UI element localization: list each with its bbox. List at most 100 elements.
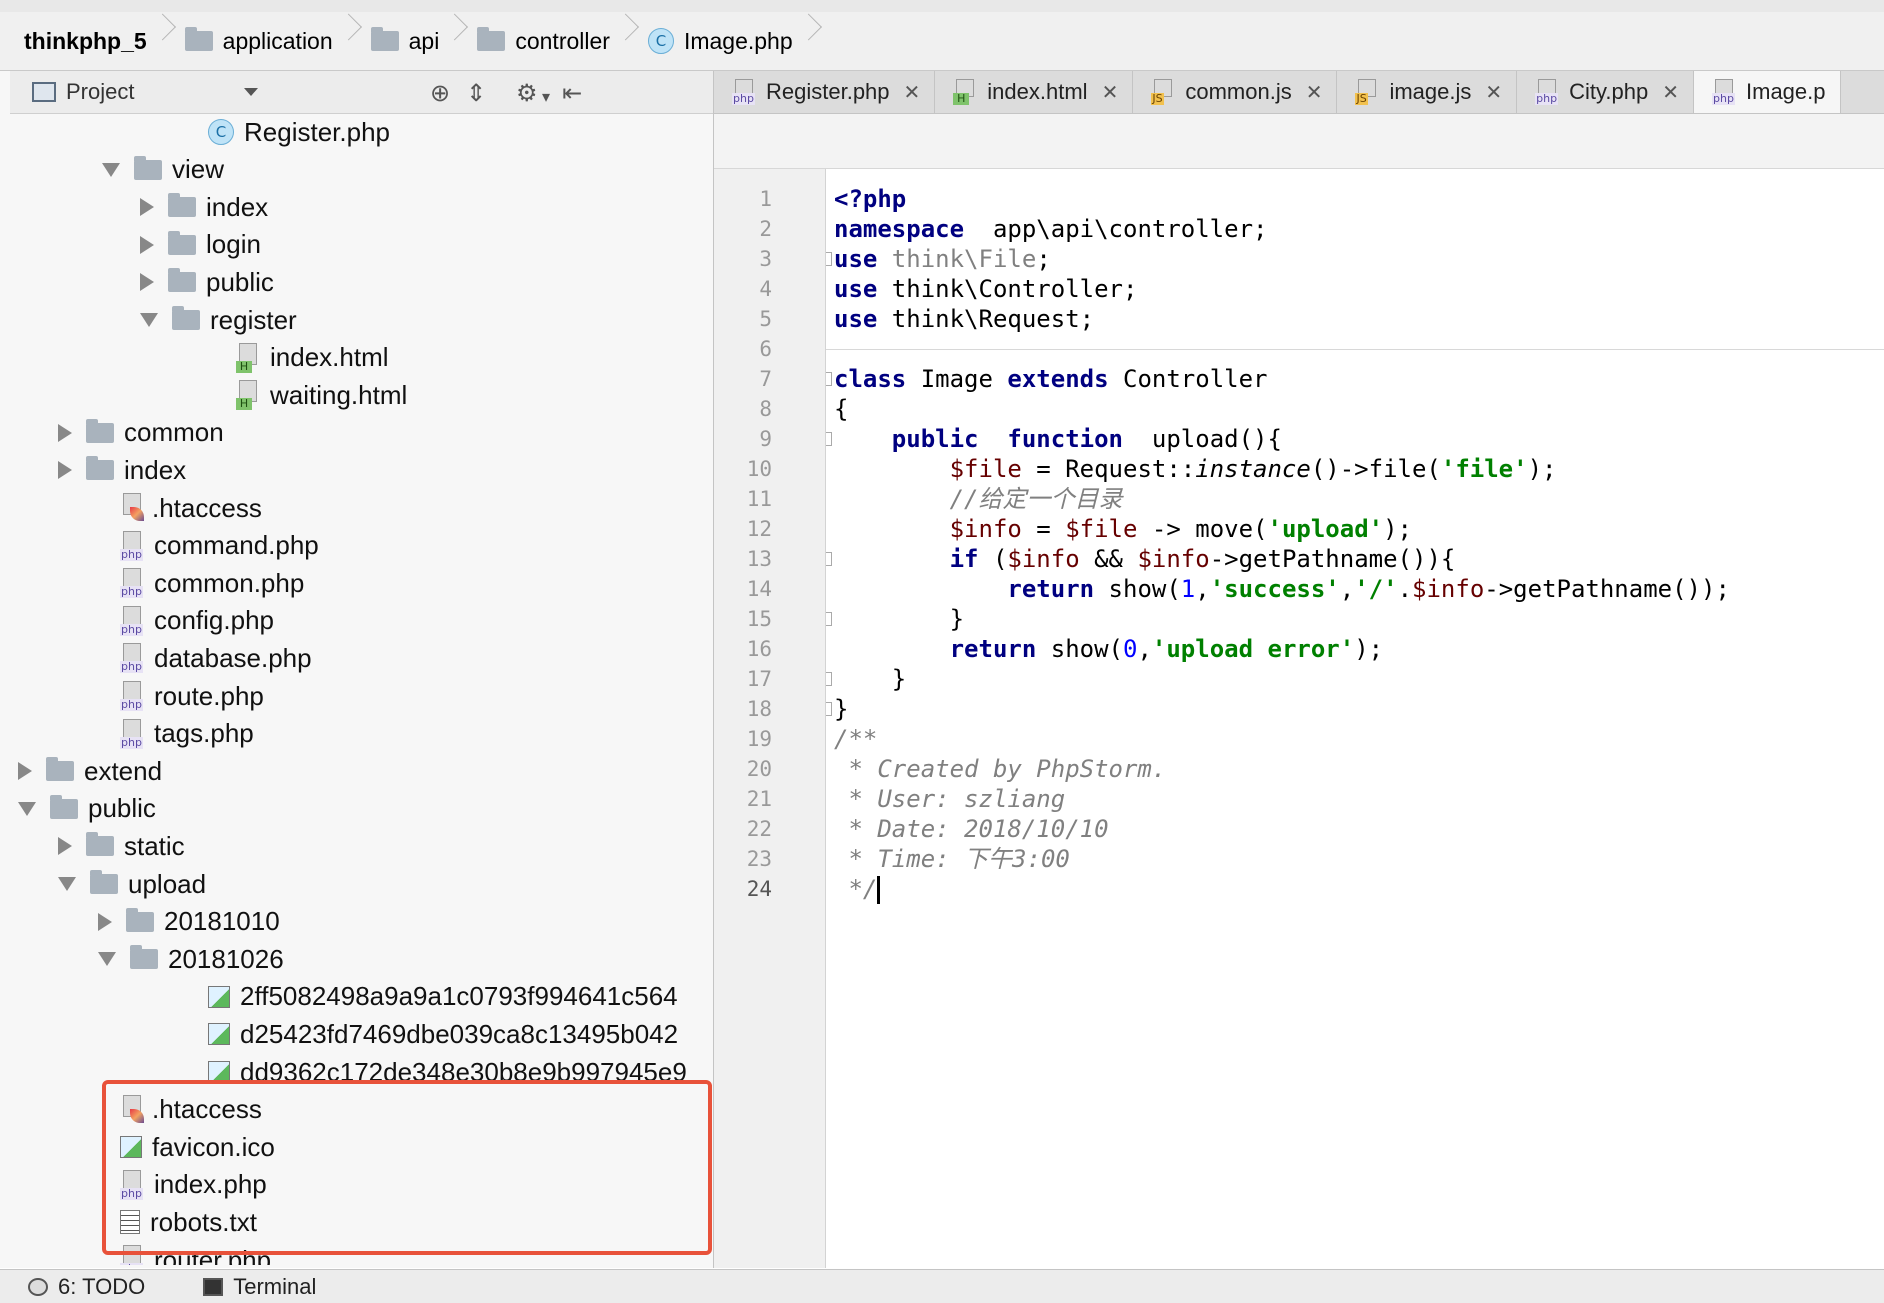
breadcrumb-item[interactable]: C Image.php [638, 12, 821, 70]
tree-item[interactable]: public [18, 790, 156, 828]
tree-item[interactable]: php common.php [120, 564, 304, 602]
fold-marker-icon[interactable] [826, 672, 832, 686]
project-view-selector[interactable]: Project [66, 79, 134, 105]
line-number: 2 [759, 217, 772, 241]
tree-item-label: 20181026 [168, 943, 284, 974]
tree-item[interactable]: .htaccess [120, 489, 262, 527]
tree-item[interactable]: upload [58, 865, 206, 903]
tree-item[interactable]: robots.txt [120, 1203, 257, 1241]
breadcrumb-item[interactable]: controller [467, 12, 638, 70]
tree-item[interactable]: view [102, 151, 224, 189]
fold-marker-icon[interactable] [826, 552, 832, 566]
fold-marker-icon[interactable] [826, 702, 832, 716]
tree-item[interactable]: php config.php [120, 602, 274, 640]
editor-tab[interactable]: JS common.js ✕ [1133, 71, 1338, 113]
collapse-arrow-icon[interactable] [98, 912, 112, 931]
gear-icon[interactable]: ⚙ [516, 79, 538, 107]
tree-item[interactable]: d25423fd7469dbe039ca8c13495b042 [208, 1015, 678, 1053]
tree-item[interactable]: .htaccess [120, 1091, 262, 1129]
tree-item[interactable]: Hindex.html [236, 339, 389, 377]
tree-item[interactable]: favicon.ico [120, 1128, 275, 1166]
breadcrumb-item[interactable]: application [175, 12, 361, 70]
chevron-right-icon [803, 23, 817, 59]
tree-item[interactable]: Hwaiting.html [236, 376, 407, 414]
code-token: instance [1195, 455, 1311, 483]
collapse-arrow-icon[interactable] [140, 273, 154, 292]
expand-arrow-icon[interactable] [98, 952, 116, 967]
gear-dropdown-icon[interactable]: ▾ [542, 87, 550, 106]
tree-item[interactable]: common [58, 414, 224, 452]
collapse-all-icon[interactable]: ⇕ [466, 79, 486, 107]
collapse-arrow-icon[interactable] [140, 235, 154, 254]
php-class-icon: C [208, 119, 234, 145]
line-number-gutter: 1 2 3 4 5 6 7 8 9 10 11 12 13 14 15 16 17 18 19 20 21 22 23 24 [714, 169, 826, 1268]
tree-item[interactable]: php index.php [120, 1166, 267, 1204]
tree-item[interactable]: index [140, 188, 268, 226]
breadcrumb-label: controller [515, 27, 610, 54]
tree-item[interactable]: php tags.php [120, 715, 254, 753]
fold-marker-icon[interactable] [826, 432, 832, 446]
tree-item[interactable]: public [140, 263, 274, 301]
tree-item[interactable]: 20181010 [98, 903, 280, 941]
tree-item[interactable]: php database.php [120, 639, 312, 677]
close-icon[interactable]: ✕ [1102, 80, 1119, 104]
expand-arrow-icon[interactable] [140, 313, 158, 327]
tree-item[interactable]: 20181026 [98, 940, 284, 978]
editor-tab[interactable]: php Image.p [1694, 71, 1841, 113]
breadcrumb-item[interactable]: thinkphp_5 [0, 12, 175, 70]
close-icon[interactable]: ✕ [1662, 80, 1679, 104]
folder-icon [50, 794, 78, 819]
tree-item[interactable]: dd9362c172de348e30b8e9b997945e9 [208, 1053, 687, 1091]
chevron-down-icon[interactable] [244, 88, 259, 96]
code-token: ()->file( [1310, 455, 1441, 483]
folder-icon [130, 945, 158, 970]
tree-item-label: route.php [154, 680, 264, 711]
expand-arrow-icon[interactable] [58, 877, 76, 891]
expand-arrow-icon[interactable] [102, 162, 120, 177]
breadcrumb-item[interactable]: api [361, 12, 468, 70]
collapse-arrow-icon[interactable] [18, 762, 32, 781]
editor-tab[interactable]: php Register.php ✕ [714, 71, 936, 113]
collapse-arrow-icon[interactable] [140, 198, 154, 217]
locate-icon[interactable]: ⊕ [430, 79, 450, 107]
tree-item[interactable]: 2ff5082498a9a9a1c0793f994641c564 [208, 978, 678, 1016]
code-token: Image [906, 365, 1008, 393]
editor-tab[interactable]: JS image.js ✕ [1337, 71, 1518, 113]
code-token: && [1079, 545, 1138, 573]
code-line: { [834, 394, 848, 424]
php-file-icon: php [120, 568, 146, 599]
tree-item[interactable]: static [58, 827, 185, 865]
close-icon[interactable]: ✕ [904, 80, 921, 104]
close-icon[interactable]: ✕ [1306, 80, 1323, 104]
collapse-arrow-icon[interactable] [58, 461, 72, 480]
todo-tool-button[interactable]: 6: TODO [28, 1274, 145, 1300]
code-editor[interactable]: <?php namespace app\api\controller; use th… [826, 169, 1884, 1268]
terminal-tool-button[interactable]: Terminal [203, 1274, 316, 1300]
tree-item[interactable]: register [140, 301, 297, 339]
code-token: } [834, 605, 965, 633]
tree-item[interactable]: C Register.php [208, 115, 390, 151]
tree-item[interactable]: php command.php [120, 527, 319, 565]
tree-item[interactable]: php route.php [120, 677, 264, 715]
fold-marker-icon[interactable] [826, 372, 832, 386]
tree-item[interactable]: extend [18, 752, 162, 790]
expand-arrow-icon[interactable] [18, 801, 36, 816]
tree-item[interactable]: login [140, 226, 261, 264]
collapse-arrow-icon[interactable] [58, 837, 72, 856]
hide-panel-icon[interactable]: ⇤ [562, 79, 582, 107]
code-token: return [1007, 575, 1095, 603]
tree-item[interactable]: index [58, 451, 186, 489]
editor-tab[interactable]: php City.php ✕ [1517, 71, 1694, 113]
code-token: * Date: 2018/10/10 [834, 815, 1109, 843]
tree-item[interactable]: php router.php [120, 1241, 271, 1265]
editor-tab[interactable]: Hindex.html ✕ [935, 71, 1134, 113]
collapse-arrow-icon[interactable] [58, 423, 72, 442]
html-file-icon: H [953, 79, 979, 105]
close-icon[interactable]: ✕ [1485, 80, 1502, 104]
fold-marker-icon[interactable] [826, 252, 832, 266]
tree-item-label: 2ff5082498a9a9a1c0793f994641c564 [240, 981, 678, 1012]
line-number: 11 [746, 487, 772, 511]
fold-marker-icon[interactable] [826, 612, 832, 626]
code-token: 0 [1123, 635, 1138, 663]
folder-icon [370, 27, 399, 51]
